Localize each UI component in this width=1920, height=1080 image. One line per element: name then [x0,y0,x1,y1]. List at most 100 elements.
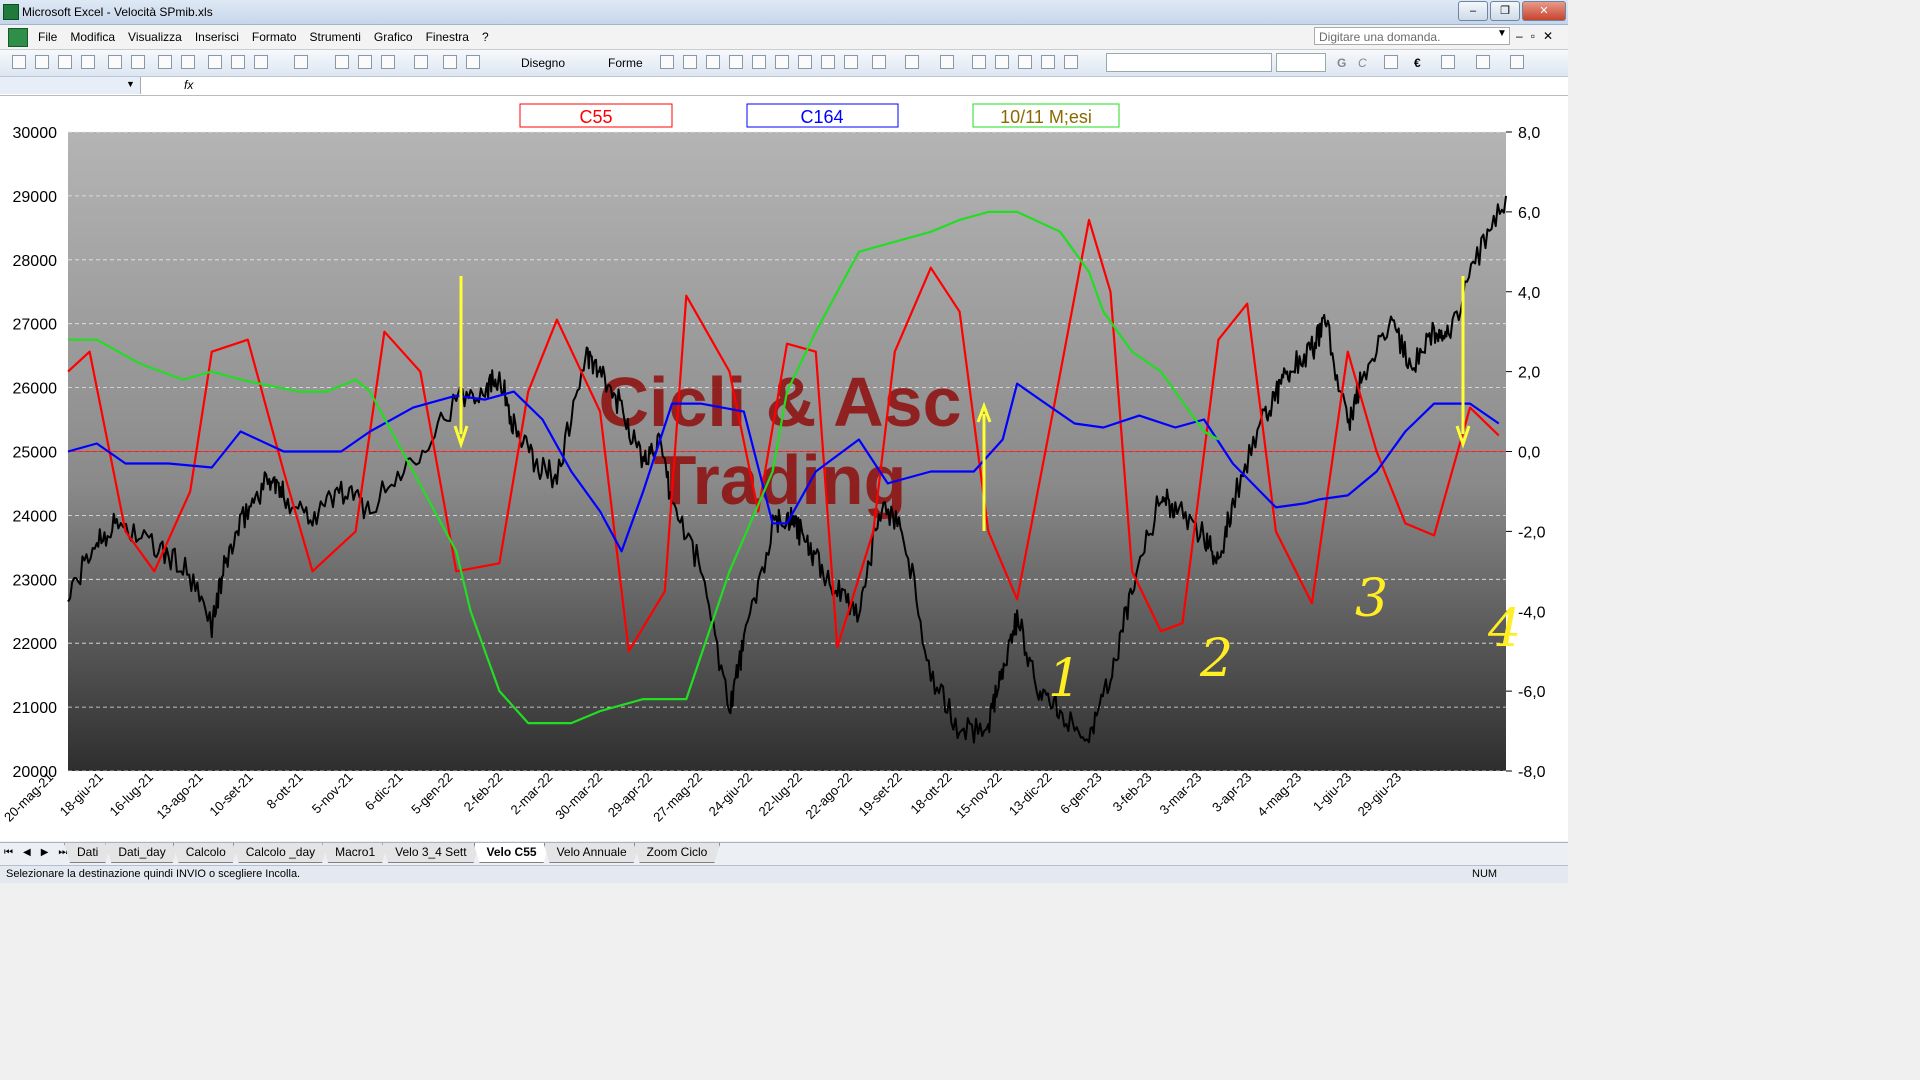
cut-icon[interactable] [208,55,222,69]
tab-macro1[interactable]: Macro1 [322,843,388,863]
close-button[interactable]: ✕ [1522,1,1566,21]
maximize-button[interactable]: ❐ [1490,1,1520,21]
chevron-down-icon[interactable]: ▼ [1497,28,1507,39]
document-icon[interactable] [8,28,28,47]
tab-calcolo[interactable]: Calcolo [173,843,239,863]
dash-style-icon[interactable] [995,55,1009,69]
doc-close-button[interactable]: ✕ [1543,29,1553,43]
rectangle-icon[interactable] [706,55,720,69]
annotation-3: 3 [1355,569,1388,629]
left-tick-label: 22000 [13,636,58,653]
copy-icon[interactable] [231,55,245,69]
chart-sheet[interactable]: Cicli & Asc Trading C55 C164 10/11 M;esi… [0,96,1568,841]
fill-color-icon[interactable] [872,55,886,69]
permission-icon[interactable] [81,55,95,69]
line-style-icon[interactable] [972,55,986,69]
right-tick-label: -8,0 [1518,764,1546,781]
open-icon[interactable] [35,55,49,69]
line-icon[interactable] [660,55,674,69]
function-icon[interactable]: fx [184,78,193,92]
arrow-icon[interactable] [683,55,697,69]
chart-wizard-icon[interactable] [443,55,457,69]
tab-calcolo-day[interactable]: Calcolo _day [233,843,328,863]
status-bar: Selezionare la destinazione quindi INVIO… [0,865,1568,883]
menu-help[interactable]: ? [482,30,489,44]
clipart-icon[interactable] [821,55,835,69]
menu-strumenti[interactable]: Strumenti [310,30,361,44]
excel-app-icon [3,4,19,20]
menu-modifica[interactable]: Modifica [70,30,115,44]
menu-visualizza[interactable]: Visualizza [128,30,182,44]
doc-restore-button[interactable]: ▫ [1531,29,1535,43]
hyperlink-icon[interactable] [335,55,349,69]
wordart-icon[interactable] [775,55,789,69]
font-size-combo[interactable] [1276,53,1326,72]
x-tick-label: 6-gen-23 [1057,770,1104,817]
menu-grafico[interactable]: Grafico [374,30,413,44]
ask-question-input[interactable]: Digitare una domanda. [1314,27,1510,45]
currency-button[interactable]: € [1414,56,1421,70]
help-icon[interactable] [466,55,480,69]
arrow-style-icon[interactable] [1018,55,1032,69]
x-tick-label: 3-mar-23 [1157,770,1205,818]
new-icon[interactable] [12,55,26,69]
oval-icon[interactable] [729,55,743,69]
shadow-icon[interactable] [1041,55,1055,69]
menu-bar: File Modifica Visualizza Inserisci Forma… [0,25,1568,50]
tab-velo-c55[interactable]: Velo C55 [474,843,550,863]
num-lock-indicator: NUM [1472,868,1498,880]
print-icon[interactable] [108,55,122,69]
menu-inserisci[interactable]: Inserisci [195,30,239,44]
tab-navigation: ⏮ ◀ ▶ ⏭ [4,847,67,858]
research-icon[interactable] [181,55,195,69]
menu-finestra[interactable]: Finestra [426,30,469,44]
drawing-menu[interactable]: Disegno [521,56,565,70]
first-sheet-icon[interactable]: ⏮ [4,847,13,858]
textbox-icon[interactable] [752,55,766,69]
tab-velo-annuale[interactable]: Velo Annuale [544,843,640,863]
autosum-icon[interactable] [358,55,372,69]
bold-button[interactable]: G [1337,56,1346,70]
name-box[interactable] [0,77,141,94]
window-controls: – ❐ ✕ [1458,1,1566,21]
doc-minimize-button[interactable]: – [1516,29,1523,43]
prev-sheet-icon[interactable]: ◀ [23,847,31,858]
3d-icon[interactable] [1064,55,1078,69]
chevron-down-icon[interactable]: ▼ [126,79,135,89]
picture-icon[interactable] [844,55,858,69]
fill-icon[interactable] [1476,55,1490,69]
italic-button[interactable]: C [1358,56,1367,70]
tab-velo-3-4-sett[interactable]: Velo 3_4 Sett [382,843,479,863]
paste-icon[interactable] [254,55,268,69]
tab-dati-day[interactable]: Dati_day [105,843,178,863]
x-tick-label: 18-giu-21 [57,770,106,819]
shapes-menu[interactable]: Forme [608,56,643,70]
font-name-combo[interactable] [1106,53,1272,72]
standard-toolbar: Disegno Forme G C € [0,50,1568,77]
tab-zoom-ciclo[interactable]: Zoom Ciclo [634,843,721,863]
minimize-button[interactable]: – [1458,1,1488,21]
x-tick-label: 15-nov-22 [953,770,1005,822]
right-tick-label: 0,0 [1518,445,1540,462]
print-preview-icon[interactable] [131,55,145,69]
x-tick-label: 24-giu-22 [706,770,755,819]
text-color-icon[interactable] [1510,55,1524,69]
font-color-icon[interactable] [940,55,954,69]
left-tick-label: 23000 [13,572,58,589]
sort-icon[interactable] [414,55,428,69]
sigma-icon[interactable] [381,55,395,69]
align-icon[interactable] [1384,55,1398,69]
line-color-icon[interactable] [905,55,919,69]
spelling-icon[interactable] [158,55,172,69]
next-sheet-icon[interactable]: ▶ [41,847,49,858]
borders-icon[interactable] [1441,55,1455,69]
diagram-icon[interactable] [798,55,812,69]
menu-file[interactable]: File [38,30,57,44]
menu-formato[interactable]: Formato [252,30,297,44]
x-tick-label: 27-mag-22 [650,770,705,825]
status-message: Selezionare la destinazione quindi INVIO… [6,868,301,880]
save-icon[interactable] [58,55,72,69]
undo-icon[interactable] [294,55,308,69]
tab-dati[interactable]: Dati [64,843,111,863]
chart[interactable]: Cicli & Asc Trading C55 C164 10/11 M;esi… [0,96,1568,841]
